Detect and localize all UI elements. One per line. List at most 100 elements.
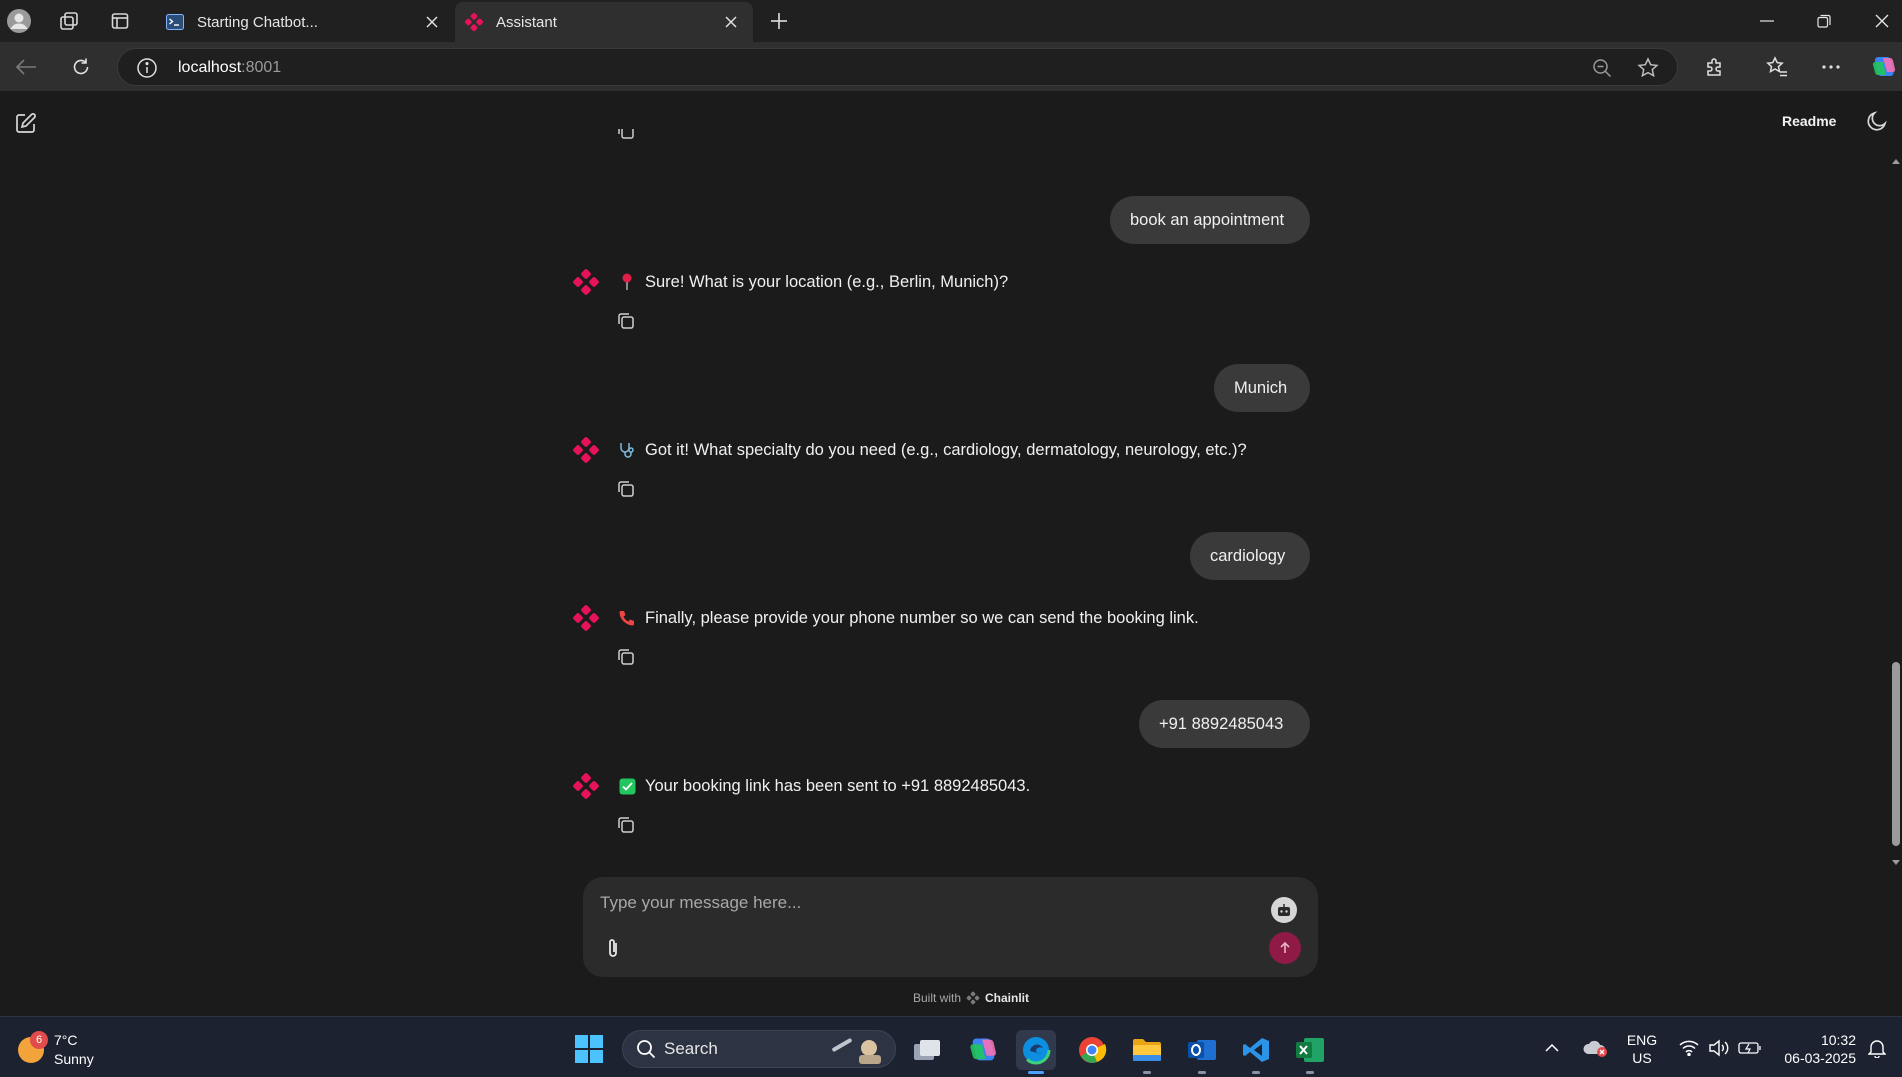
user-message: book an appointment — [1110, 196, 1310, 244]
site-info-icon[interactable] — [136, 57, 158, 79]
search-icon — [637, 1040, 656, 1059]
terminal-icon — [165, 12, 185, 32]
message-text: cardiology — [1210, 546, 1286, 565]
close-tab-icon[interactable] — [719, 10, 743, 34]
message-text: Got it! What specialty do you need (e.g.… — [645, 440, 1247, 459]
arrow-up-icon — [1280, 941, 1290, 953]
onedrive-error-icon[interactable] — [1582, 1035, 1608, 1061]
message-text: Munich — [1234, 378, 1288, 397]
file-explorer-icon[interactable] — [1127, 1030, 1167, 1074]
extensions-icon[interactable] — [1700, 52, 1730, 82]
copilot-icon[interactable] — [1868, 52, 1898, 82]
user-message: cardiology — [1190, 532, 1310, 580]
assistant-avatar-icon — [573, 437, 599, 463]
minimize-button[interactable] — [1745, 4, 1789, 38]
volume-icon[interactable] — [1707, 1035, 1731, 1061]
windows-start-icon[interactable] — [574, 1034, 604, 1064]
tab-title: Assistant — [496, 13, 557, 31]
system-clock[interactable]: 10:32 06-03-2025 — [1776, 1031, 1856, 1067]
tab-assistant[interactable]: Assistant — [455, 2, 753, 42]
favorites-icon[interactable] — [1762, 52, 1792, 82]
tab-starting-chatbot[interactable]: Starting Chatbot... — [156, 2, 454, 42]
zoom-out-icon[interactable] — [1590, 56, 1614, 80]
edge-app-icon[interactable] — [1016, 1030, 1056, 1074]
wifi-icon[interactable] — [1677, 1035, 1701, 1061]
copy-icon[interactable] — [616, 479, 636, 499]
assistant-avatar-icon — [573, 269, 599, 295]
assistant-message: Your booking link has been sent to +91 8… — [572, 771, 1030, 801]
scrollbar-thumb[interactable] — [1892, 662, 1900, 846]
url-text: localhost:8001 — [178, 59, 282, 76]
notification-badge: 6 — [30, 1031, 48, 1049]
address-bar[interactable]: localhost:8001 — [117, 48, 1678, 86]
message-input[interactable] — [600, 889, 1240, 917]
chevron-up-icon[interactable] — [1542, 1035, 1562, 1061]
search-label: Search — [664, 1039, 718, 1058]
weather-condition: Sunny — [54, 1051, 94, 1067]
chrome-app-icon[interactable] — [1072, 1030, 1112, 1070]
message-text: Finally, please provide your phone numbe… — [645, 608, 1199, 627]
readme-button[interactable]: Readme — [1782, 113, 1836, 129]
lang-region: US — [1632, 1050, 1652, 1066]
chainlit-link[interactable]: Chainlit — [985, 991, 1029, 1005]
close-window-button[interactable] — [1860, 4, 1902, 38]
robot-icon[interactable] — [1271, 897, 1297, 923]
workspaces-icon[interactable] — [55, 7, 83, 35]
paperclip-icon[interactable] — [599, 935, 627, 963]
assistant-message: Sure! What is your location (e.g., Berli… — [572, 267, 1008, 297]
sun-icon: 6 — [18, 1031, 48, 1063]
copilot-app-icon[interactable] — [962, 1030, 1002, 1070]
more-menu-icon[interactable] — [1816, 52, 1846, 82]
moon-icon[interactable] — [1865, 109, 1889, 133]
message-composer — [583, 877, 1318, 977]
pin-icon — [617, 272, 637, 292]
restore-button[interactable] — [1802, 4, 1846, 38]
assistant-message: Got it! What specialty do you need (e.g.… — [572, 435, 1247, 465]
excel-app-icon[interactable] — [1290, 1030, 1330, 1074]
scroll-down-icon[interactable] — [1891, 859, 1901, 867]
copy-icon[interactable] — [616, 311, 636, 331]
taskbar-search[interactable]: Search — [622, 1030, 896, 1068]
scroll-up-icon[interactable] — [1891, 157, 1901, 165]
new-chat-icon[interactable] — [14, 111, 38, 135]
close-tab-icon[interactable] — [420, 10, 444, 34]
phone-icon — [617, 608, 637, 628]
task-view-icon[interactable] — [907, 1030, 947, 1070]
chat-app: Readme book an appointment Sure! What is… — [0, 93, 1902, 1016]
notification-bell-icon[interactable] — [1866, 1035, 1888, 1061]
chainlit-logo-icon — [966, 991, 980, 1005]
chat-scrollbar[interactable] — [1888, 155, 1902, 871]
clock-date: 06-03-2025 — [1784, 1050, 1856, 1066]
tab-title: Starting Chatbot... — [197, 13, 318, 31]
message-text: book an appointment — [1130, 210, 1285, 229]
tab-actions-icon[interactable] — [106, 7, 134, 35]
profile-icon[interactable] — [5, 7, 33, 35]
clock-time: 10:32 — [1820, 1032, 1856, 1048]
outlook-app-icon[interactable] — [1182, 1030, 1222, 1074]
search-highlight-icon — [832, 1038, 881, 1064]
battery-icon[interactable] — [1737, 1035, 1763, 1061]
refresh-button[interactable] — [66, 52, 96, 82]
back-button[interactable] — [11, 52, 41, 82]
check-icon — [617, 776, 637, 796]
user-message: +91 8892485043 — [1139, 700, 1310, 748]
copy-icon[interactable] — [616, 121, 636, 141]
copy-icon[interactable] — [616, 647, 636, 667]
favorite-star-icon[interactable] — [1636, 56, 1660, 80]
assistant-avatar-icon — [573, 773, 599, 799]
stethoscope-icon — [617, 440, 637, 460]
weather-widget[interactable]: 6 7°C Sunny — [18, 1031, 94, 1069]
send-button[interactable] — [1269, 932, 1301, 964]
windows-taskbar: 6 7°C Sunny Search ENG US 10:32 06-03-20… — [0, 1016, 1902, 1077]
browser-tab-bar: Starting Chatbot... Assistant — [0, 0, 1902, 42]
language-indicator[interactable]: ENG US — [1620, 1031, 1664, 1067]
new-tab-button[interactable] — [764, 7, 794, 35]
copy-icon[interactable] — [616, 815, 636, 835]
weather-temp: 7°C — [54, 1032, 78, 1048]
vscode-app-icon[interactable] — [1236, 1030, 1276, 1074]
message-text: Your booking link has been sent to +91 8… — [645, 776, 1031, 795]
chainlit-logo-icon — [464, 12, 484, 32]
assistant-avatar-icon — [573, 605, 599, 631]
assistant-message: Finally, please provide your phone numbe… — [572, 603, 1199, 633]
message-text: Sure! What is your location (e.g., Berli… — [645, 272, 1009, 291]
